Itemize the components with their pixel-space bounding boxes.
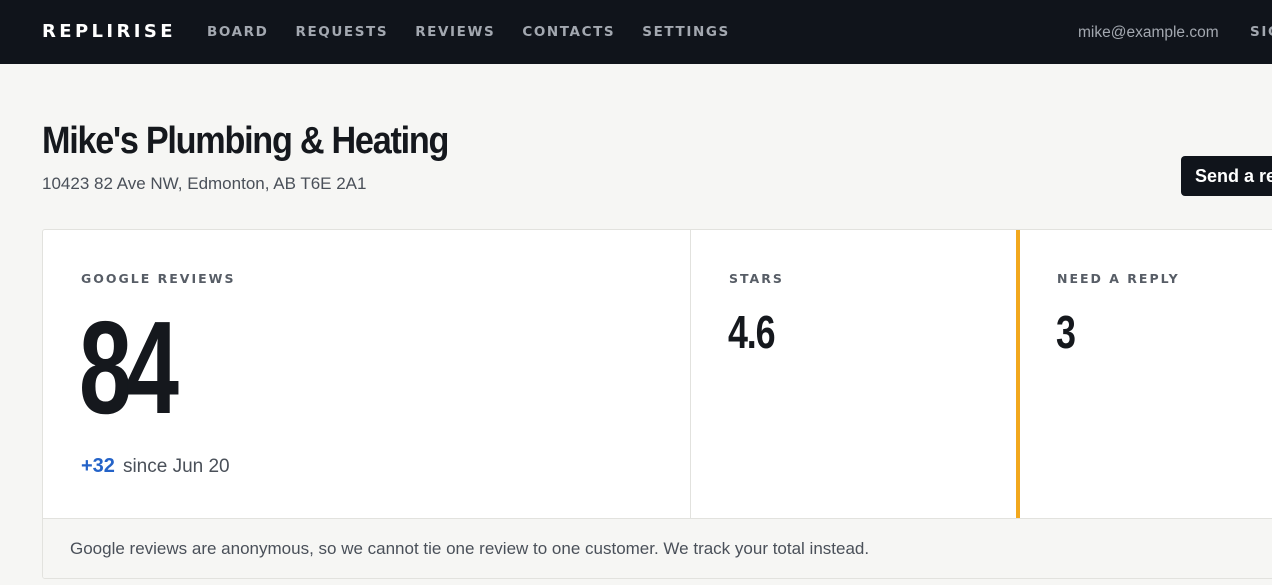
- reviews-delta-text: since Jun 20: [122, 456, 230, 477]
- business-name: Mike's Plumbing & Heating: [42, 120, 449, 162]
- nav-item-reviews[interactable]: REVIEWS: [415, 24, 495, 41]
- google-reviews-card: GOOGLE REVIEWS 84 +32 since Jun 20: [43, 230, 691, 518]
- stats-panel: GOOGLE REVIEWS 84 +32 since Jun 20 STARS …: [42, 229, 1272, 579]
- google-reviews-label: GOOGLE REVIEWS: [81, 271, 236, 286]
- anonymous-reviews-note: Google reviews are anonymous, so we cann…: [70, 539, 870, 558]
- google-reviews-count: 84: [79, 294, 179, 441]
- send-request-button[interactable]: Send a request: [1181, 156, 1272, 196]
- business-address: 10423 82 Ave NW, Edmonton, AB T6E 2A1: [42, 174, 367, 193]
- nav-item-contacts[interactable]: CONTACTS: [522, 24, 615, 41]
- main-nav: BOARD REQUESTS REVIEWS CONTACTS SETTINGS: [207, 24, 730, 41]
- stars-card: STARS 4.6: [691, 230, 1016, 518]
- reviews-delta-value: +32: [81, 455, 115, 477]
- need-reply-label: NEED A REPLY: [1057, 271, 1180, 286]
- top-nav: REPLIRISE BOARD REQUESTS REVIEWS CONTACT…: [0, 0, 1272, 64]
- need-reply-count: 3: [1056, 306, 1076, 358]
- stars-value: 4.6: [728, 306, 776, 358]
- user-email: mike@example.com: [1078, 24, 1219, 41]
- reviews-delta: +32 since Jun 20: [81, 454, 230, 480]
- nav-item-requests[interactable]: REQUESTS: [295, 24, 388, 41]
- nav-item-settings[interactable]: SETTINGS: [642, 24, 730, 41]
- brand-logo[interactable]: REPLIRISE: [42, 21, 176, 43]
- stars-label: STARS: [729, 271, 784, 286]
- need-reply-card[interactable]: NEED A REPLY 3: [1016, 230, 1272, 518]
- panel-footer: Google reviews are anonymous, so we cann…: [43, 518, 1272, 578]
- sign-out-link[interactable]: SIGN OUT: [1250, 24, 1272, 41]
- nav-item-board[interactable]: BOARD: [207, 24, 268, 41]
